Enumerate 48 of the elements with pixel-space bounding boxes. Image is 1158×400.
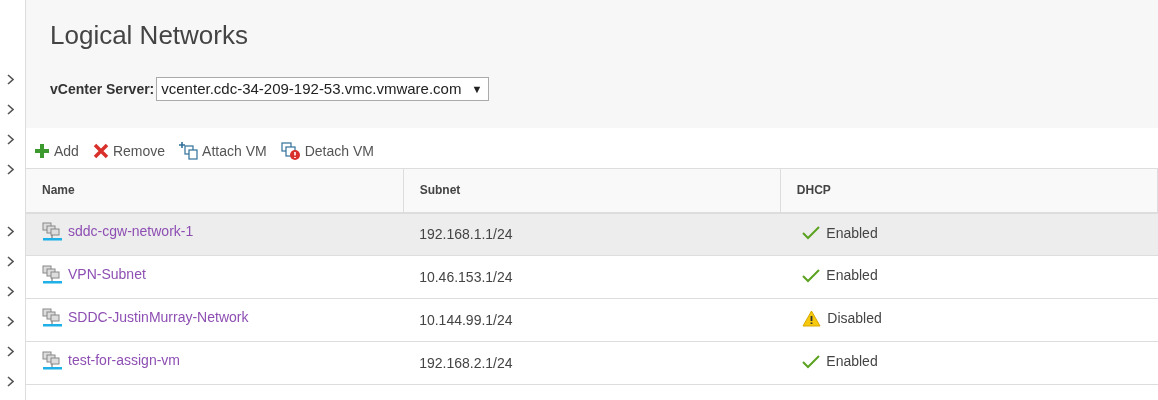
- table-row[interactable]: SDDC-JustinMurray-Network 10.144.99.1/24 Disabled: [26, 298, 1158, 342]
- network-link[interactable]: SDDC-JustinMurray-Network: [68, 307, 249, 328]
- table-row[interactable]: test-for-assign-vm 192.168.2.1/24 Enabled: [26, 341, 1158, 385]
- column-header[interactable]: Subnet: [403, 168, 781, 213]
- window-plus-icon: [179, 142, 199, 160]
- page-title: Logical Networks: [50, 20, 249, 52]
- column-header[interactable]: DHCP: [780, 168, 1158, 213]
- toolbar-button[interactable]: Detach VM: [280, 140, 374, 162]
- field-label: vCenter Server:: [50, 79, 155, 99]
- expand-chevron-icon[interactable]: [7, 104, 14, 115]
- expand-chevron-icon[interactable]: [7, 256, 14, 267]
- table-cell: 10.46.153.1/24: [403, 255, 781, 299]
- network-icon: [42, 265, 62, 284]
- expand-chevron-icon[interactable]: [7, 74, 14, 85]
- warning-icon: [802, 309, 822, 327]
- expand-chevron-icon[interactable]: [7, 134, 14, 145]
- plus-icon: [34, 143, 50, 159]
- table-cell: 10.144.99.1/24: [403, 298, 781, 342]
- close-icon: [92, 143, 109, 159]
- expand-chevron-icon[interactable]: [7, 286, 14, 297]
- network-link[interactable]: test-for-assign-vm: [68, 350, 181, 371]
- server-dropdown[interactable]: vcenter.cdc-34-209-192-53.vmc.vmware.com ▼: [156, 77, 490, 102]
- check-icon: [802, 268, 821, 283]
- toolbar-button[interactable]: Remove: [92, 140, 166, 162]
- expand-chevron-icon[interactable]: [7, 346, 14, 357]
- dhcp-status: Enabled: [826, 223, 878, 243]
- dhcp-status: Disabled: [827, 308, 882, 328]
- check-icon: [802, 354, 821, 369]
- dhcp-status: Enabled: [826, 266, 878, 286]
- network-icon: [42, 308, 62, 327]
- toolbar-button[interactable]: Add: [34, 140, 79, 162]
- network-icon: [42, 222, 62, 242]
- expand-chevron-icon[interactable]: [7, 376, 14, 387]
- expand-chevron-icon[interactable]: [7, 316, 14, 327]
- network-link[interactable]: sddc-cgw-network-1: [68, 221, 194, 243]
- expand-chevron-icon[interactable]: [7, 164, 14, 175]
- network-link[interactable]: VPN-Subnet: [68, 264, 146, 285]
- column-header[interactable]: Name: [26, 168, 404, 213]
- network-icon: [42, 351, 62, 370]
- toolbar-button[interactable]: Attach VM: [179, 140, 267, 162]
- table-row[interactable]: VPN-Subnet 10.46.153.1/24 Enabled: [26, 255, 1158, 299]
- window-alert-icon: [280, 141, 301, 161]
- table-row[interactable]: sddc-cgw-network-1 192.168.1.1/24 Enabled: [26, 212, 1158, 256]
- expand-chevron-icon[interactable]: [7, 226, 14, 237]
- check-icon: [802, 226, 821, 240]
- table-cell: 192.168.1.1/24: [403, 212, 781, 256]
- dhcp-status: Enabled: [826, 352, 878, 372]
- table-cell: 192.168.2.1/24: [403, 341, 781, 385]
